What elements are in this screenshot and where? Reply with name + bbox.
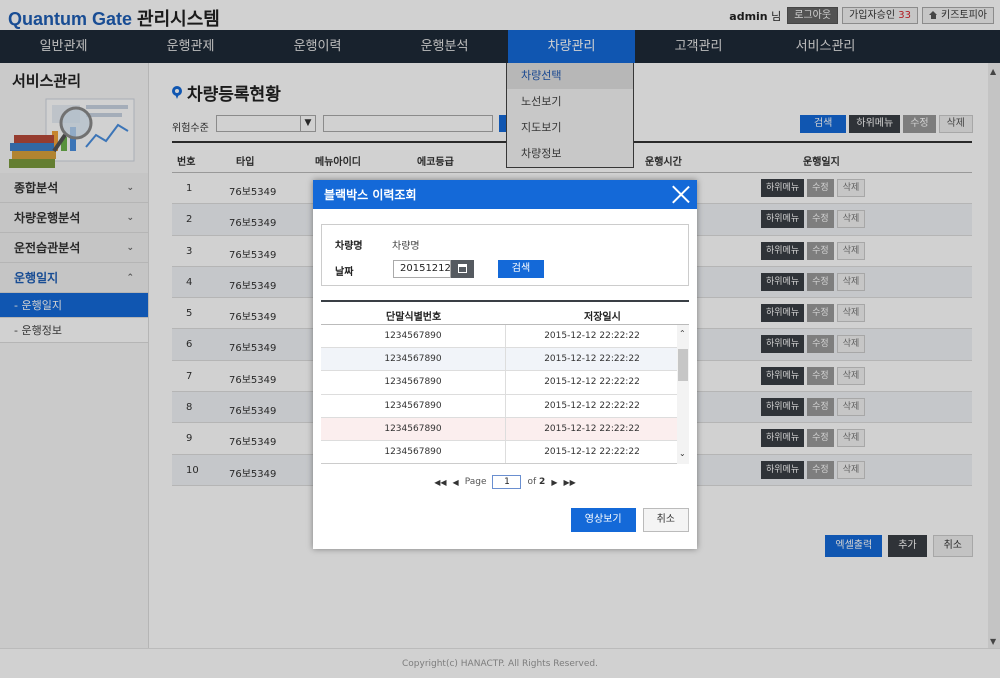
saved-at-cell: 2015-12-12 22:22:22 — [544, 354, 640, 365]
saved-at-cell: 2015-12-12 22:22:22 — [544, 377, 640, 388]
modal-cancel-button[interactable]: 취소 — [642, 508, 689, 532]
column-header: 저장일시 — [584, 312, 621, 323]
page-label: Page — [464, 477, 487, 487]
scroll-thumb[interactable] — [678, 349, 688, 381]
vehicle-name-value: 차량명 — [392, 241, 420, 252]
device-id-cell: 1234567890 — [321, 440, 506, 463]
last-page-icon[interactable]: ▶▶ — [563, 478, 575, 487]
saved-at-cell: 2015-12-12 22:22:22 — [544, 446, 640, 457]
device-id-cell: 1234567890 — [321, 394, 506, 417]
calendar-button[interactable] — [451, 260, 474, 278]
date-field[interactable]: 20151212 — [393, 260, 451, 278]
history-table: 단말식별번호 저장일시 1234567890 2015-12-12 22:22:2… — [321, 300, 689, 464]
first-page-icon[interactable]: ◀◀ — [434, 478, 446, 487]
history-row[interactable]: 1234567890 2015-12-12 22:22:22 — [321, 348, 689, 372]
modal-search-form: 차량명 차량명 날짜 20151212 검색 — [321, 224, 689, 286]
modal-title: 블랙박스 이력조회 — [324, 188, 417, 202]
page-input[interactable]: 1 — [492, 475, 522, 489]
chevron-down-icon[interactable]: ⌄ — [679, 449, 686, 458]
pagination: ◀◀ ◀ Page 1 of 2 ▶ ▶▶ — [313, 475, 697, 489]
history-table-scrollbar[interactable]: ⌃ ⌄ — [677, 325, 689, 464]
date-label: 날짜 — [335, 267, 354, 278]
device-id-cell: 1234567890 — [321, 371, 506, 394]
modal-header: 블랙박스 이력조회 — [313, 180, 697, 209]
history-row[interactable]: 1234567890 2015-12-12 22:22:22 — [321, 325, 689, 349]
of-label: of — [527, 477, 537, 487]
history-row[interactable]: 1234567890 2015-12-12 22:22:22 — [321, 440, 689, 463]
saved-at-cell: 2015-12-12 22:22:22 — [544, 423, 640, 434]
device-id-cell: 1234567890 — [321, 417, 506, 440]
history-row[interactable]: 1234567890 2015-12-12 22:22:22 — [321, 394, 689, 418]
blackbox-history-modal: 블랙박스 이력조회 차량명 차량명 날짜 20151212 검색 단말식별번호 … — [313, 180, 697, 549]
history-row[interactable]: 1234567890 2015-12-12 22:22:22 — [321, 371, 689, 395]
history-table-body: 1234567890 2015-12-12 22:22:22 1234567890 2… — [321, 325, 689, 464]
saved-at-cell: 2015-12-12 22:22:22 — [544, 400, 640, 411]
device-id-cell: 1234567890 — [321, 348, 506, 371]
next-page-icon[interactable]: ▶ — [551, 478, 557, 487]
prev-page-icon[interactable]: ◀ — [453, 478, 459, 487]
chevron-up-icon[interactable]: ⌃ — [679, 329, 686, 338]
total-pages: 2 — [539, 477, 546, 487]
view-video-button[interactable]: 영상보기 — [570, 508, 636, 532]
close-icon[interactable] — [671, 185, 690, 204]
history-row[interactable]: 1234567890 2015-12-12 22:22:22 — [321, 417, 689, 441]
device-id-cell: 1234567890 — [321, 325, 506, 348]
column-header: 단말식별번호 — [386, 312, 442, 323]
vehicle-name-label: 차량명 — [335, 241, 363, 252]
modal-search-button[interactable]: 검색 — [498, 260, 544, 278]
saved-at-cell: 2015-12-12 22:22:22 — [544, 331, 640, 341]
history-table-header: 단말식별번호 저장일시 — [321, 302, 689, 325]
calendar-icon — [458, 264, 467, 273]
